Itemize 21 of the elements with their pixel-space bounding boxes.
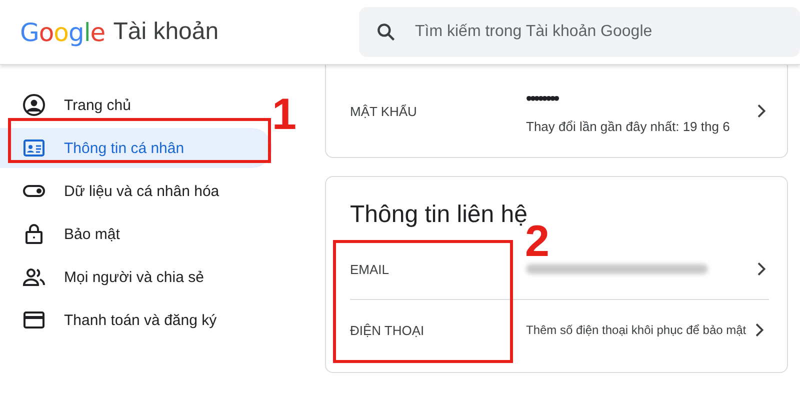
sidebar-item[interactable]: Mọi người và chia sẻ <box>0 257 272 297</box>
search-icon <box>375 21 397 43</box>
field-label: ĐIỆN THOẠI <box>350 322 426 338</box>
password-label: MẬT KHẨU <box>350 104 418 118</box>
step-number: 2 <box>525 220 550 264</box>
google-logo[interactable]: Google <box>20 18 106 46</box>
sidebar-item[interactable]: Thông tin cá nhân <box>0 128 272 168</box>
field-value: Thêm số điện thoại khôi phục để bảo mật <box>526 323 746 337</box>
card-title: Thông tin liên hệ <box>350 201 528 228</box>
sidebar-item[interactable]: Trang chủ <box>0 85 272 125</box>
step-number: 1 <box>272 93 296 137</box>
product-name: Tài khoản <box>113 18 220 46</box>
sidebar-item[interactable]: Thanh toán và đăng ký <box>0 300 272 340</box>
sidebar-item[interactable]: Dữ liệu và cá nhân hóa <box>0 171 272 211</box>
password-dots: •••••••• <box>526 88 560 108</box>
sidebar-item[interactable]: Bảo mật <box>0 214 272 254</box>
field-label: EMAIL <box>350 262 390 276</box>
password-card[interactable]: MẬT KHẨU •••••••• Thay đổi lần gần đây nhất: 19 thg 6 <box>325 65 788 158</box>
password-note: Thay đổi lần gần đây nhất: 19 thg 6 <box>526 118 731 134</box>
search-field[interactable]: Tìm kiếm trong Tài khoản Google <box>359 7 800 57</box>
account-circle-icon <box>22 93 46 117</box>
